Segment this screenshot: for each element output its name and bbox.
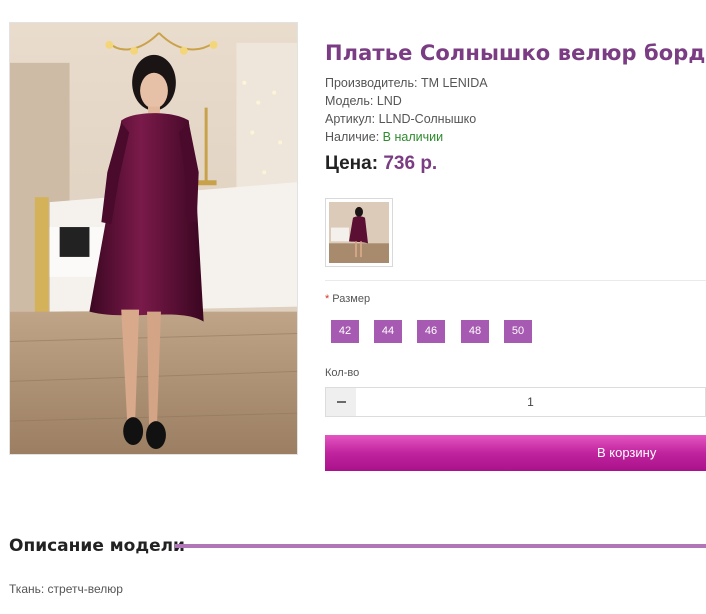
model-row: Модель: LND [325, 92, 488, 110]
quantity-decrease-button[interactable] [325, 387, 357, 417]
manufacturer-row: Производитель: TM LENIDA [325, 74, 488, 92]
product-specs: Производитель: TM LENIDA Модель: LND Арт… [325, 74, 488, 146]
sku-label: Артикул: [325, 112, 376, 126]
size-option-50[interactable]: 50 [504, 320, 532, 343]
section-divider [325, 280, 706, 281]
price-value: 736 р. [383, 153, 438, 174]
size-label-text: Размер [332, 293, 371, 305]
product-main-image[interactable] [9, 22, 298, 455]
size-label: * Размер [325, 293, 370, 305]
required-mark: * [325, 293, 330, 305]
product-price: Цена: 736 р. [325, 153, 437, 175]
description-heading: Описание модели [9, 536, 185, 556]
sku-row: Артикул: LLND-Солнышко [325, 110, 488, 128]
manufacturer-value[interactable]: TM LENIDA [421, 76, 488, 90]
size-option-46[interactable]: 46 [417, 320, 445, 343]
add-to-cart-button[interactable]: В корзину [325, 435, 706, 471]
product-thumbnail[interactable] [325, 198, 393, 267]
minus-icon [337, 401, 346, 403]
quantity-label: Кол-во [325, 367, 360, 379]
dress-photo-illustration [10, 23, 297, 454]
size-option-42[interactable]: 42 [331, 320, 359, 343]
model-label: Модель: [325, 94, 374, 108]
product-title: Платье Солнышко велюр бордо [325, 41, 706, 65]
price-label: Цена: [325, 153, 379, 174]
availability-status: В наличии [382, 130, 444, 144]
thumbnail-image [329, 202, 389, 263]
availability-label: Наличие: [325, 130, 380, 144]
sku-value: LLND-Солнышко [378, 112, 477, 126]
manufacturer-label: Производитель: [325, 76, 418, 90]
quantity-input[interactable] [356, 387, 706, 417]
add-to-cart-label: В корзину [597, 445, 657, 460]
description-fabric: Ткань: стретч-велюр [9, 582, 123, 596]
model-value: LND [376, 94, 402, 108]
size-option-48[interactable]: 48 [461, 320, 489, 343]
availability-row: Наличие: В наличии [325, 128, 488, 146]
size-option-44[interactable]: 44 [374, 320, 402, 343]
description-heading-rule [175, 544, 706, 548]
